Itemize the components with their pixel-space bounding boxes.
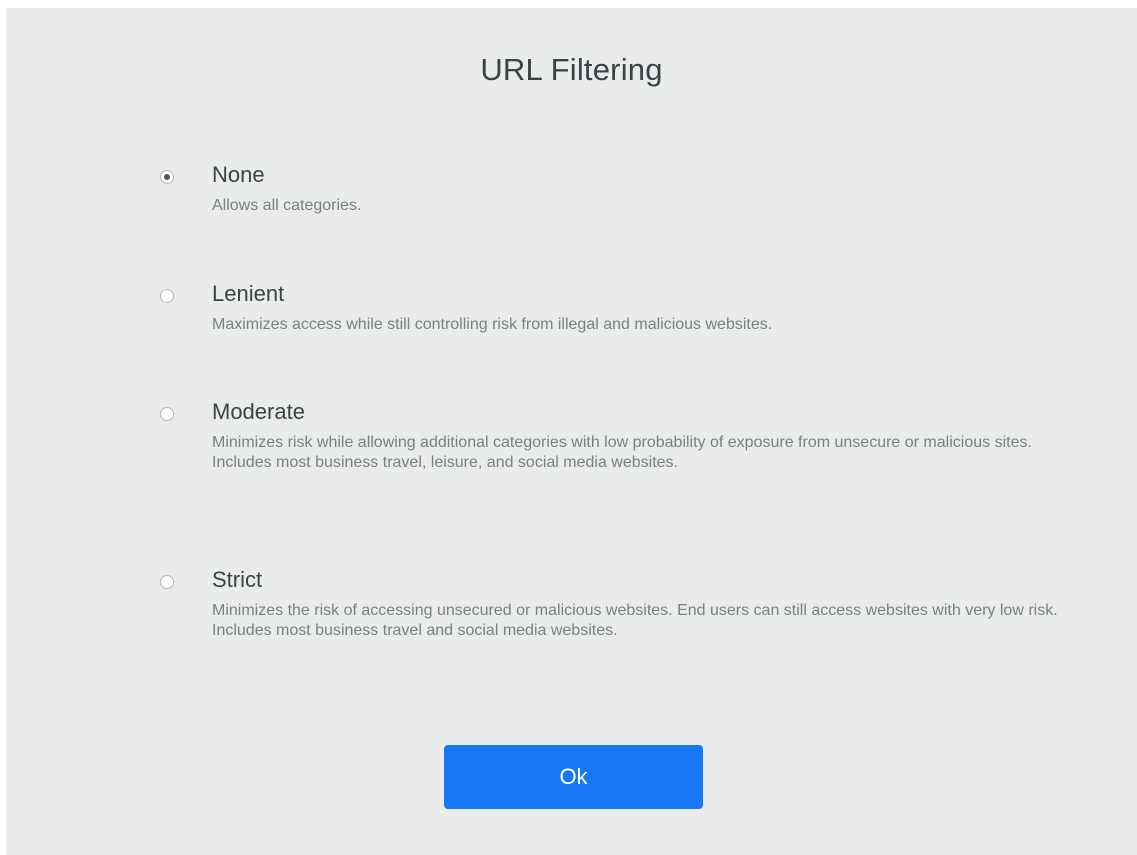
radio-strict[interactable]: [160, 575, 174, 589]
radio-moderate[interactable]: [160, 407, 174, 421]
radio-lenient[interactable]: [160, 289, 174, 303]
option-moderate-label[interactable]: Moderate: [212, 399, 305, 425]
option-strict-description: Minimizes the risk of accessing unsecure…: [212, 602, 1058, 639]
url-filtering-dialog: URL Filtering None Allows all categories…: [6, 8, 1137, 855]
option-moderate-description: Minimizes risk while allowing additional…: [212, 434, 1032, 471]
option-lenient-label[interactable]: Lenient: [212, 281, 284, 307]
radio-none[interactable]: [160, 170, 174, 184]
option-none-description: Allows all categories.: [212, 197, 362, 214]
ok-button[interactable]: Ok: [444, 745, 703, 809]
option-lenient-description: Maximizes access while still controlling…: [212, 316, 773, 333]
dialog-title: URL Filtering: [480, 52, 663, 87]
option-strict-label[interactable]: Strict: [212, 567, 262, 593]
option-none-label[interactable]: None: [212, 162, 265, 188]
